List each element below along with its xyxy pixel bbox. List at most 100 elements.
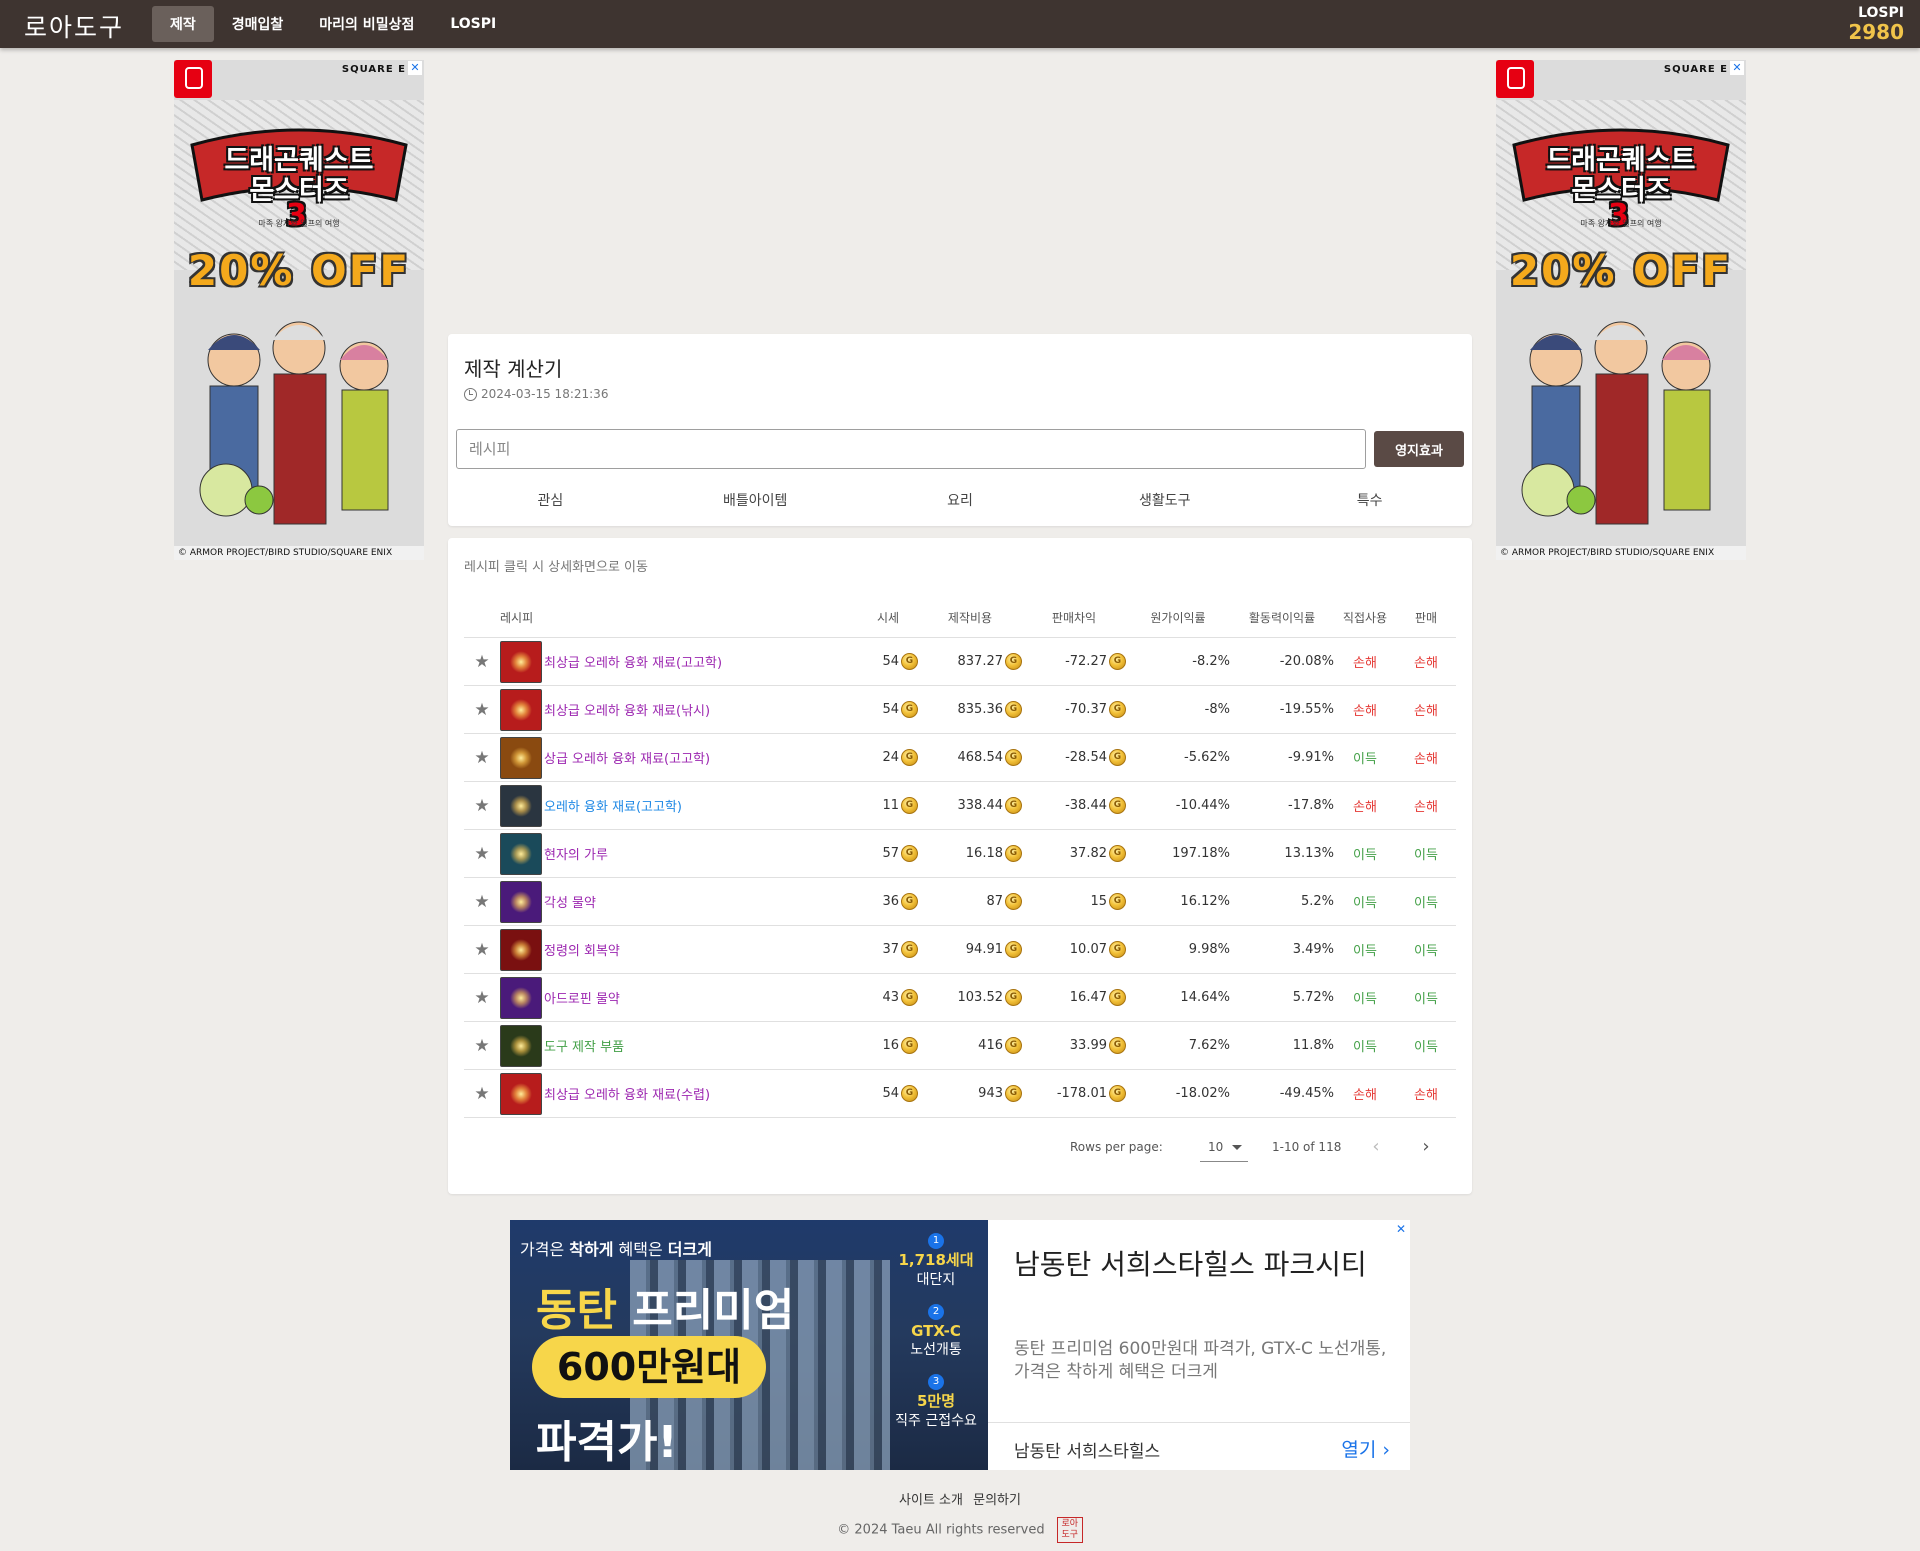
header-price[interactable]: 시세 [858, 609, 918, 626]
gold-icon [1109, 701, 1126, 718]
item-icon-cell [500, 736, 544, 779]
price-cell: 57 [858, 845, 918, 862]
feature-number: 1 [928, 1233, 944, 1249]
table-row[interactable]: ★ 오레하 융화 재료(고고학) 11 338.44 -38.44 -10.44… [464, 782, 1456, 830]
header-direct-use[interactable]: 직접사용 [1334, 609, 1396, 626]
main-nav: 제작 경매입찰 마리의 비밀상점 LOSPI [152, 6, 514, 42]
header-sale-diff[interactable]: 판매차익 [1022, 609, 1126, 626]
favorite-star-icon[interactable]: ★ [464, 1036, 500, 1056]
table-row[interactable]: ★ 최상급 오레하 융화 재료(고고학) 54 837.27 -72.27 -8… [464, 638, 1456, 686]
footer-about-link[interactable]: 사이트 소개 [899, 1493, 963, 1508]
recipe-name-cell[interactable]: 현자의 가루 [544, 844, 858, 863]
cost-value: 338.44 [957, 798, 1004, 813]
recipe-name-cell[interactable]: 정령의 회복약 [544, 940, 858, 959]
nav-item-lospi[interactable]: LOSPI [432, 6, 514, 42]
nav-item-crafting[interactable]: 제작 [152, 6, 214, 42]
recipe-name[interactable]: 각성 물약 [544, 896, 596, 911]
gold-icon [1005, 941, 1022, 958]
side-ad-left[interactable]: SQUARE E ✕ 드래곤퀘스트 몬스터즈 3 마족 왕자와 엘프의 여행 2… [174, 60, 424, 560]
price-value: 43 [882, 990, 899, 1005]
recipe-name-cell[interactable]: 상급 오레하 융화 재료(고고학) [544, 748, 858, 767]
next-page-icon[interactable]: › [1418, 1138, 1434, 1156]
recipe-search-input[interactable] [456, 429, 1366, 469]
header-cost[interactable]: 제작비용 [918, 609, 1022, 626]
direct-use-cell: 손해 [1334, 652, 1396, 671]
tab-cooking[interactable]: 요리 [858, 474, 1063, 526]
footer-copyright: © 2024 Taeu All rights reserved 로아도구 [0, 1517, 1920, 1543]
table-row[interactable]: ★ 현자의 가루 57 16.18 37.82 197.18% 13.13% 이… [464, 830, 1456, 878]
gold-icon [1109, 941, 1126, 958]
ad-open-link[interactable]: 열기 › [1341, 1435, 1390, 1462]
feature-text: 직주 근접수요 [895, 1412, 977, 1429]
energy-margin-cell: -20.08% [1230, 654, 1334, 669]
recipe-name[interactable]: 도구 제작 부품 [544, 1040, 624, 1055]
favorite-star-icon[interactable]: ★ [464, 892, 500, 912]
recipe-name-cell[interactable]: 아드로핀 물약 [544, 988, 858, 1007]
ad-choices-close-icon[interactable]: ✕ [1730, 61, 1744, 75]
favorite-star-icon[interactable]: ★ [464, 844, 500, 864]
chevron-right-icon: › [1382, 1439, 1390, 1461]
table-row[interactable]: ★ 상급 오레하 융화 재료(고고학) 24 468.54 -28.54 -5.… [464, 734, 1456, 782]
table-row[interactable]: ★ 최상급 오레하 융화 재료(낚시) 54 835.36 -70.37 -8%… [464, 686, 1456, 734]
item-icon [500, 1072, 542, 1115]
recipe-name-cell[interactable]: 최상급 오레하 융화 재료(수렵) [544, 1084, 858, 1103]
recipe-name[interactable]: 최상급 오레하 융화 재료(수렵) [544, 1088, 710, 1103]
lospi-indicator: LOSPI 2980 [1848, 6, 1904, 42]
recipe-name-cell[interactable]: 각성 물약 [544, 892, 858, 911]
recipe-name[interactable]: 정령의 회복약 [544, 944, 620, 959]
rows-per-page-select[interactable]: 10 [1200, 1132, 1248, 1162]
recipe-name[interactable]: 최상급 오레하 융화 재료(고고학) [544, 656, 722, 671]
sell-cell: 손해 [1396, 1084, 1456, 1103]
tab-special[interactable]: 특수 [1267, 474, 1472, 526]
ad-headline-1: 동탄 프리미엄 [536, 1274, 794, 1338]
tab-battle-items[interactable]: 배틀아이템 [653, 474, 858, 526]
direct-use-status: 이득 [1353, 992, 1377, 1007]
nav-item-auction-bid[interactable]: 경매입찰 [214, 6, 302, 42]
ad-choices-close-icon[interactable]: ✕ [408, 61, 422, 75]
favorite-star-icon[interactable]: ★ [464, 988, 500, 1008]
table-row[interactable]: ★ 도구 제작 부품 16 416 33.99 7.62% 11.8% 이득 이… [464, 1022, 1456, 1070]
cost-margin-value: 14.64% [1180, 990, 1230, 1005]
ad-title[interactable]: 남동탄 서희스타힐스 파크시티 [1014, 1246, 1384, 1284]
favorite-star-icon[interactable]: ★ [464, 652, 500, 672]
table-row[interactable]: ★ 각성 물약 36 87 15 16.12% 5.2% 이득 이득 [464, 878, 1456, 926]
favorite-star-icon[interactable]: ★ [464, 940, 500, 960]
favorite-star-icon[interactable]: ★ [464, 1084, 500, 1104]
ad-tagline: 가격은 착하게 혜택은 더크게 [520, 1236, 712, 1260]
favorite-star-icon[interactable]: ★ [464, 700, 500, 720]
ad-choices-close-icon[interactable]: ✕ [1394, 1222, 1408, 1236]
cost-cell: 87 [918, 893, 1022, 910]
header-recipe[interactable]: 레시피 [464, 609, 858, 626]
table-row[interactable]: ★ 정령의 회복약 37 94.91 10.07 9.98% 3.49% 이득 … [464, 926, 1456, 974]
table-row[interactable]: ★ 최상급 오레하 융화 재료(수렵) 54 943 -178.01 -18.0… [464, 1070, 1456, 1118]
price-value: 11 [882, 798, 899, 813]
favorite-star-icon[interactable]: ★ [464, 748, 500, 768]
recipe-name[interactable]: 현자의 가루 [544, 848, 608, 863]
site-logo[interactable]: 로아도구 [24, 8, 124, 44]
direct-use-cell: 이득 [1334, 940, 1396, 959]
recipe-name-cell[interactable]: 도구 제작 부품 [544, 1036, 858, 1055]
side-ad-right[interactable]: SQUARE E ✕ 드래곤퀘스트 몬스터즈 3 마족 왕자와 엘프의 여행 2… [1496, 60, 1746, 560]
header-energy-margin[interactable]: 활동력이익률 [1230, 609, 1334, 626]
territory-effect-button[interactable]: 영지효과 [1374, 431, 1464, 467]
header-cost-margin[interactable]: 원가이익률 [1126, 609, 1230, 626]
table-row[interactable]: ★ 아드로핀 물약 43 103.52 16.47 14.64% 5.72% 이… [464, 974, 1456, 1022]
bottom-banner-ad[interactable]: 가격은 착하게 혜택은 더크게 동탄 프리미엄 600만원대 파격가! 1 1,7… [510, 1220, 1410, 1470]
recipe-name[interactable]: 최상급 오레하 융화 재료(낚시) [544, 704, 710, 719]
favorite-star-icon[interactable]: ★ [464, 796, 500, 816]
ad-feature: 2 GTX-C 노선개통 [888, 1301, 984, 1360]
recipe-name[interactable]: 상급 오레하 융화 재료(고고학) [544, 752, 710, 767]
recipe-name[interactable]: 오레하 융화 재료(고고학) [544, 800, 682, 815]
recipe-name-cell[interactable]: 최상급 오레하 융화 재료(고고학) [544, 652, 858, 671]
recipe-name[interactable]: 아드로핀 물약 [544, 992, 620, 1007]
tab-favorites[interactable]: 관심 [448, 474, 653, 526]
previous-page-icon[interactable]: ‹ [1368, 1138, 1384, 1156]
recipe-name-cell[interactable]: 최상급 오레하 융화 재료(낚시) [544, 700, 858, 719]
gold-icon [901, 653, 918, 670]
nav-item-mari-shop[interactable]: 마리의 비밀상점 [301, 6, 432, 42]
recipe-name-cell[interactable]: 오레하 융화 재료(고고학) [544, 796, 858, 815]
tab-life-tools[interactable]: 생활도구 [1062, 474, 1267, 526]
header-sell[interactable]: 판매 [1396, 609, 1456, 626]
footer-contact-link[interactable]: 문의하기 [973, 1493, 1021, 1508]
item-icon-cell [500, 928, 544, 971]
